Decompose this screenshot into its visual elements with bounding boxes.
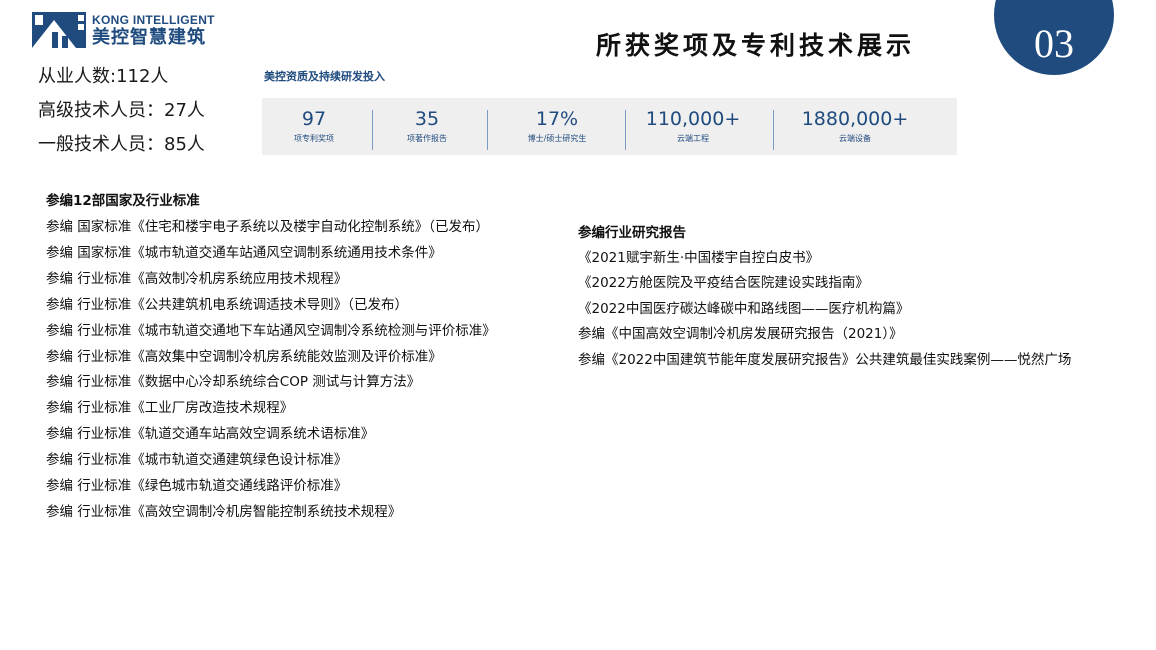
stat-label: 项著作报告: [407, 133, 447, 143]
company-logo: KONG INTELLIGENT 美控智慧建筑: [32, 12, 215, 48]
list-item: 参编 行业标准《高效空调制冷机房智能控制系统技术规程》: [46, 503, 402, 520]
stat-label: 博士/硕士研究生: [527, 133, 587, 143]
list-item: 参编 行业标准《城市轨道交通地下车站通风空调制冷系统检测与评价标准》: [46, 322, 496, 339]
stat-graduates: 17% 博士/硕士研究生: [517, 98, 597, 155]
standards-list: 参编12部国家及行业标准 参编 国家标准《住宅和楼宇电子系统以及楼宇自动化控制系…: [46, 190, 496, 526]
list-item: 《2021赋宇新生·中国楼宇自控白皮书》: [578, 250, 820, 266]
staff-total: 从业人数:112人: [38, 66, 169, 87]
list-item: 参编 国家标准《城市轨道交通车站通风空调制系统通用技术条件》: [46, 244, 442, 261]
stat-cloud-projects: 110,000+ 云端工程: [638, 98, 748, 155]
stat-patents: 97 项专利奖项: [284, 98, 344, 155]
list-item: 《2022方舱医院及平疫结合医院建设实践指南》: [578, 275, 869, 292]
stat-cloud-devices: 1880,000+ 云端设备: [790, 98, 920, 155]
stat-divider: [773, 110, 774, 150]
stats-title: 美控资质及持续研发投入: [264, 70, 385, 83]
staff-general: 一般技术人员：85人: [38, 134, 205, 155]
list-item: 参编 行业标准《高效制冷机房系统应用技术规程》: [46, 270, 348, 287]
stat-divider: [625, 110, 626, 150]
stat-value: 35: [414, 108, 440, 131]
list-item: 《2022中国医疗碳达峰碳中和路线图——医疗机构篇》: [578, 300, 910, 317]
standards-heading: 参编12部国家及行业标准: [46, 193, 200, 209]
staff-summary: 从业人数:112人 高级技术人员：27人 一般技术人员：85人: [38, 60, 205, 162]
logo-chinese-name: 美控智慧建筑: [92, 26, 206, 48]
stat-label: 云端工程: [677, 133, 709, 143]
logo-mark-icon: [32, 12, 86, 48]
staff-senior: 高级技术人员：27人: [38, 100, 205, 121]
stat-value: 1880,000+: [801, 108, 909, 131]
stat-value: 17%: [535, 108, 579, 131]
stat-value: 110,000+: [645, 108, 741, 131]
reports-heading: 参编行业研究报告: [578, 225, 686, 241]
reports-list: 参编行业研究报告 《2021赋宇新生·中国楼宇自控白皮书》 《2022方舱医院及…: [578, 222, 1071, 373]
stat-label: 云端设备: [839, 133, 871, 143]
stat-divider: [372, 110, 373, 150]
stat-value: 97: [301, 108, 327, 131]
stat-divider: [487, 110, 488, 150]
list-item: 参编 行业标准《数据中心冷却系统综合COP 测试与计算方法》: [46, 374, 421, 391]
list-item: 参编 行业标准《轨道交通车站高效空调系统术语标准》: [46, 426, 375, 443]
stat-label: 项专利奖项: [294, 133, 334, 143]
list-item: 参编 行业标准《高效集中空调制冷机房系统能效监测及评价标准》: [46, 348, 442, 365]
list-item: 参编《2022中国建筑节能年度发展研究报告》公共建筑最佳实践案例——悦然广场: [578, 351, 1072, 368]
list-item: 参编 行业标准《工业厂房改造技术规程》: [46, 400, 294, 417]
list-item: 参编 行业标准《公共建筑机电系统调适技术导则》（已发布）: [46, 296, 409, 313]
list-item: 参编 行业标准《城市轨道交通建筑绿色设计标准》: [46, 452, 348, 469]
page-title: 所获奖项及专利技术展示: [596, 31, 916, 60]
page-number: 03: [1034, 21, 1074, 66]
logo-english-name: KONG INTELLIGENT: [92, 12, 215, 27]
stats-bar: 97 项专利奖项 35 项著作报告 17% 博士/硕士研究生 110,000+ …: [262, 98, 957, 155]
stat-publications: 35 项著作报告: [397, 98, 457, 155]
list-item: 参编 国家标准《住宅和楼宇电子系统以及楼宇自动化控制系统》（已发布）: [46, 219, 490, 235]
list-item: 参编《中国高效空调制冷机房发展研究报告（2021）》: [578, 326, 903, 343]
page-number-badge: 03: [994, 0, 1114, 75]
list-item: 参编 行业标准《绿色城市轨道交通线路评价标准》: [46, 478, 348, 495]
